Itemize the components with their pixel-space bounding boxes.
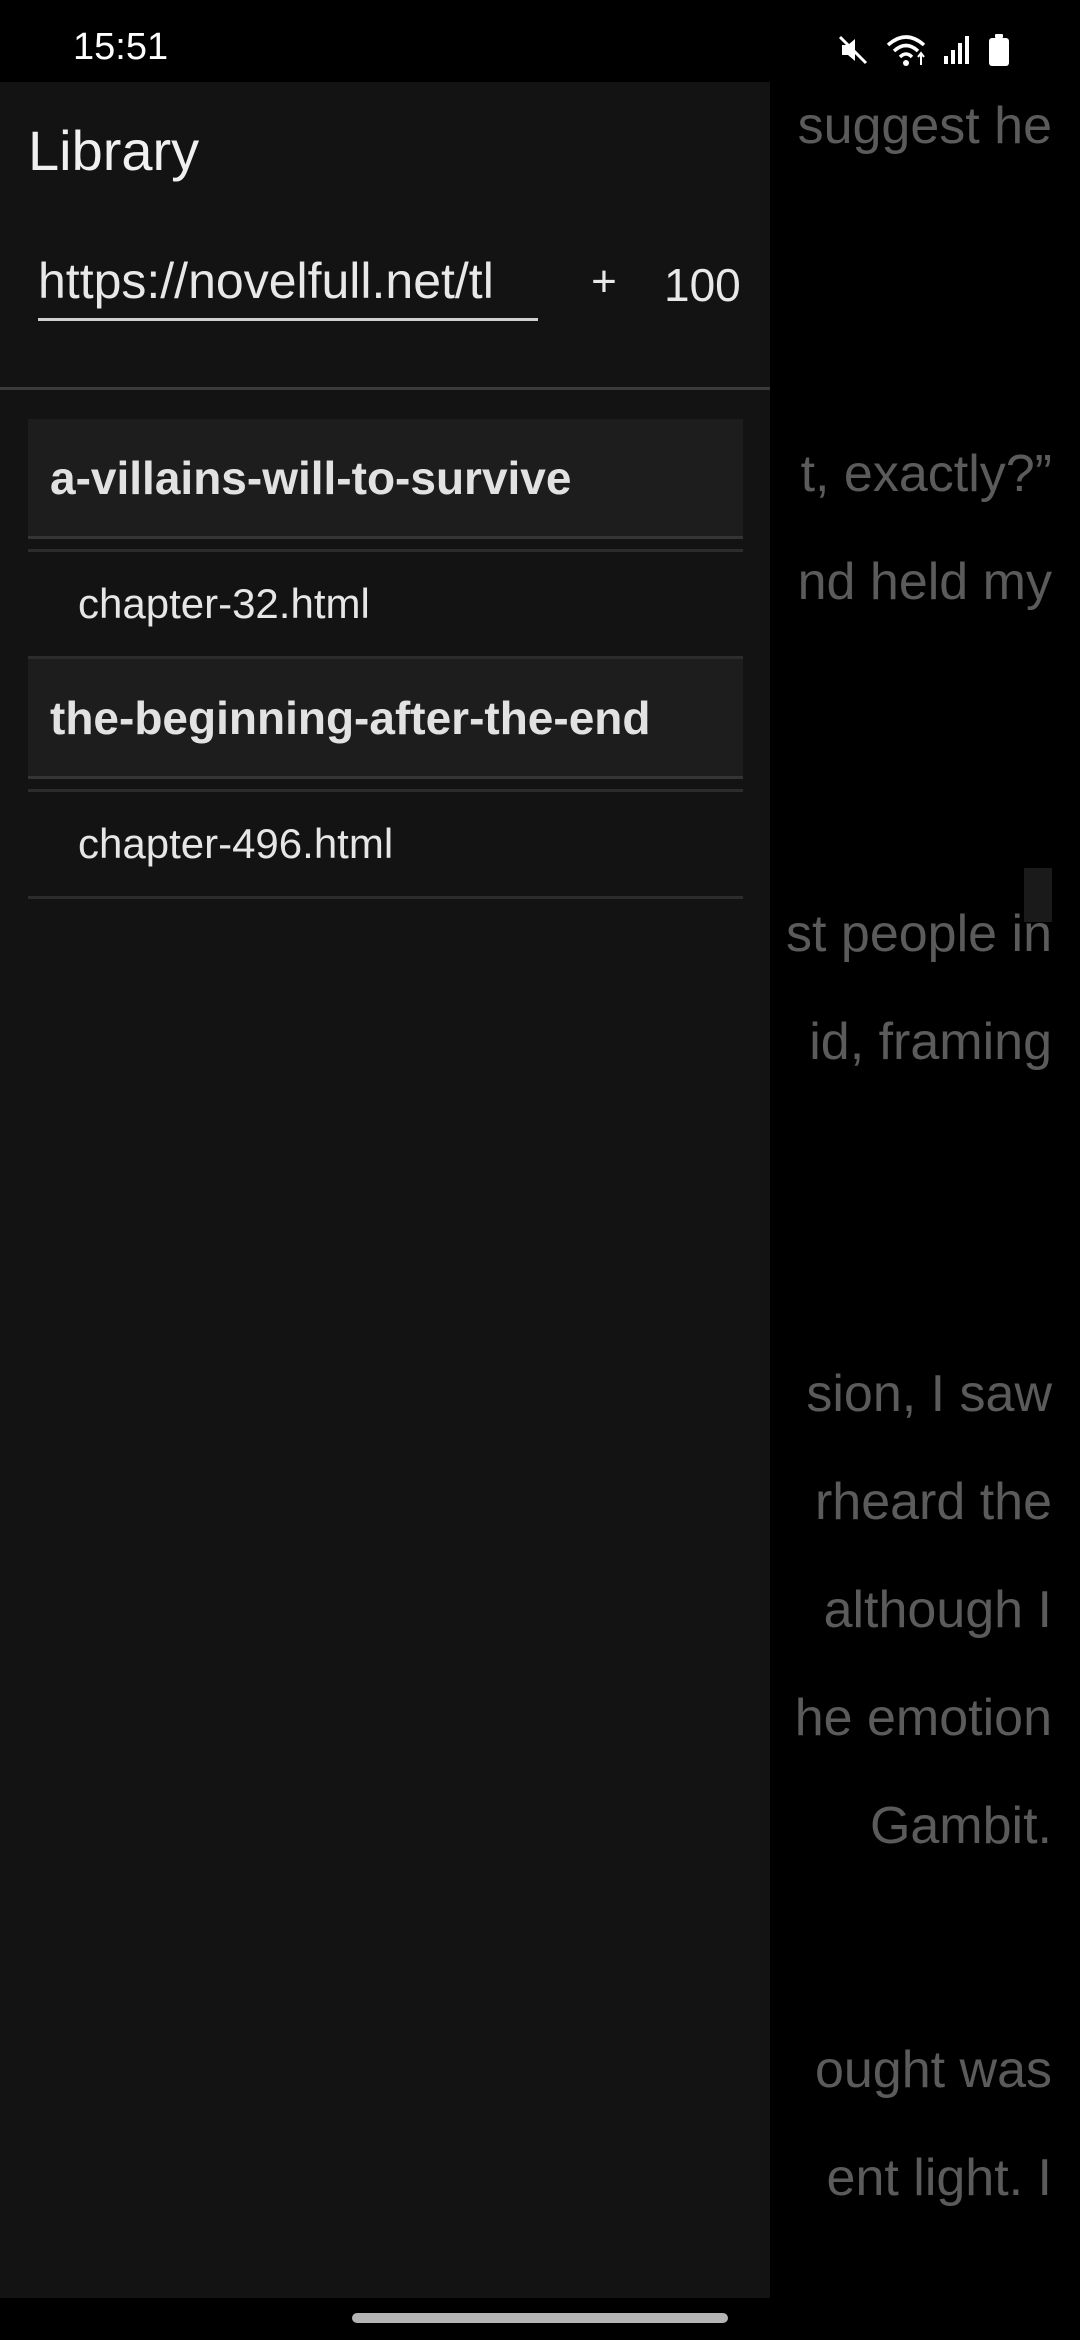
book-header[interactable]: the-beginning-after-the-end bbox=[28, 659, 743, 779]
status-icons bbox=[836, 30, 1010, 70]
scroll-marker bbox=[1024, 868, 1052, 922]
chapter-count[interactable]: 100 bbox=[664, 258, 741, 312]
reader-line: st people in bbox=[786, 905, 1052, 963]
reader-line: id, framing bbox=[809, 1013, 1052, 1071]
home-indicator[interactable] bbox=[352, 2313, 728, 2323]
library-drawer: Library + 100 a-villains-will-to-survive… bbox=[0, 82, 770, 2298]
reader-line: ought was bbox=[814, 2041, 1052, 2099]
url-input[interactable] bbox=[38, 244, 538, 321]
library-list: a-villains-will-to-survive chapter-32.ht… bbox=[28, 419, 743, 899]
divider bbox=[0, 387, 770, 390]
reader-line: sion, I saw bbox=[806, 1365, 1052, 1423]
book-header[interactable]: a-villains-will-to-survive bbox=[28, 419, 743, 539]
signal-icon bbox=[942, 34, 972, 66]
status-time: 15:51 bbox=[73, 26, 169, 68]
add-button[interactable]: + bbox=[584, 252, 624, 312]
reader-line: nd held my bbox=[797, 553, 1052, 611]
reader-line: he emotion bbox=[794, 1689, 1052, 1747]
drawer-title: Library bbox=[28, 119, 200, 182]
mute-icon bbox=[836, 33, 870, 67]
reader-line: suggest he bbox=[797, 97, 1052, 155]
reader-line: ent light. I bbox=[826, 2149, 1052, 2207]
status-bar: 15:51 bbox=[0, 0, 1080, 82]
reader-line: although I bbox=[823, 1581, 1052, 1639]
chapter-item[interactable]: chapter-496.html bbox=[28, 789, 743, 899]
reader-line: Gambit. bbox=[869, 1797, 1052, 1855]
chapter-item[interactable]: chapter-32.html bbox=[28, 549, 743, 659]
wifi-icon bbox=[886, 33, 926, 67]
battery-icon bbox=[988, 33, 1010, 67]
reader-line: t, exactly?” bbox=[800, 445, 1052, 503]
reader-line: rheard the bbox=[814, 1473, 1052, 1531]
